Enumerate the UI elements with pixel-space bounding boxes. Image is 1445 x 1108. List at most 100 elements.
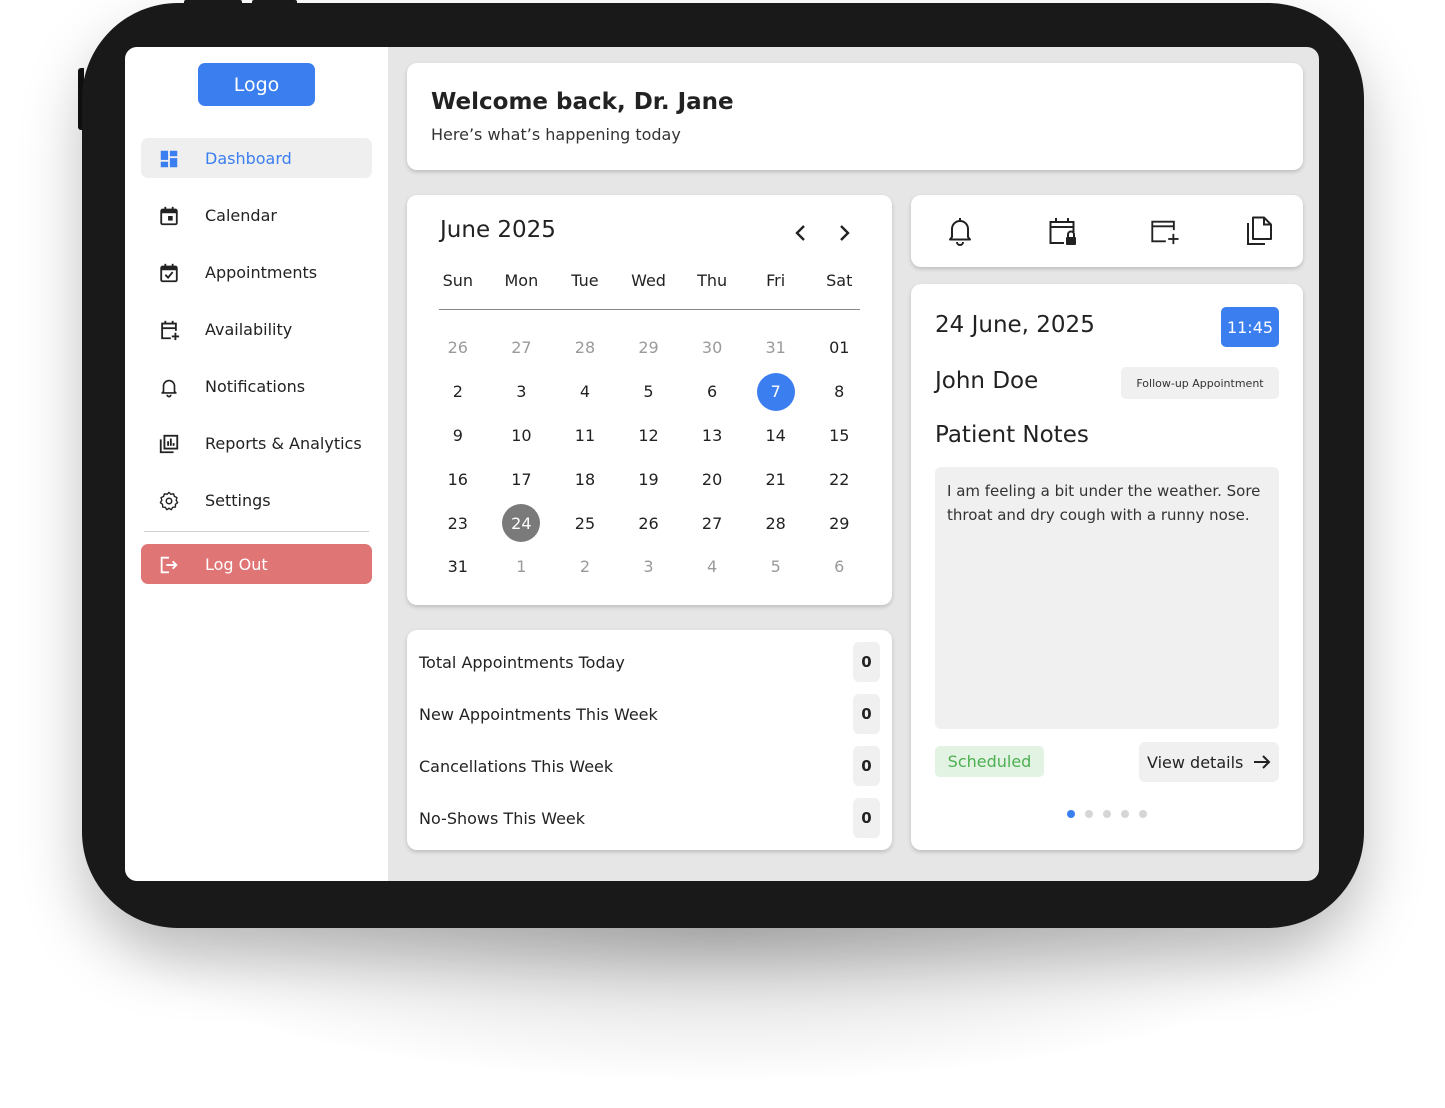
calendar-day[interactable]: 22: [807, 457, 871, 501]
calendar-day[interactable]: 27: [680, 501, 744, 545]
pagination-dot[interactable]: [1139, 810, 1147, 818]
calendar-day[interactable]: 17: [490, 457, 554, 501]
sidebar-item-availability[interactable]: Availability: [141, 309, 372, 349]
pagination-dot[interactable]: [1121, 810, 1129, 818]
weekday-label: Tue: [571, 271, 599, 290]
calendar-day[interactable]: 13: [680, 414, 744, 458]
weekday-label: Mon: [504, 271, 539, 290]
calendar-day[interactable]: 1: [490, 545, 554, 589]
sidebar-item-reports-analytics[interactable]: Reports & Analytics: [141, 423, 372, 463]
calendar-day[interactable]: 20: [680, 457, 744, 501]
device-top-button: [252, 0, 297, 6]
view-details-button[interactable]: View details: [1139, 742, 1279, 782]
calendar-day[interactable]: 4: [680, 545, 744, 589]
calendar-day[interactable]: 23: [426, 501, 490, 545]
pagination-dot[interactable]: [1085, 810, 1093, 818]
documents-icon[interactable]: [1243, 215, 1273, 247]
calendar-weekday-header: Sun Mon Tue Wed Thu Fri Sat: [426, 271, 871, 290]
calendar-day[interactable]: 26: [426, 326, 490, 370]
sidebar-item-label: Reports & Analytics: [205, 433, 362, 453]
appointment-type-badge: Follow-up Appointment: [1121, 367, 1279, 399]
quick-actions-bar: [911, 195, 1303, 267]
stat-label: No-Shows This Week: [419, 808, 586, 828]
stat-row-noshows-week: No-Shows This Week 0: [419, 798, 880, 838]
stat-row-new-week: New Appointments This Week 0: [419, 694, 880, 734]
calendar-day[interactable]: 19: [617, 457, 681, 501]
calendar-day[interactable]: 28: [744, 501, 808, 545]
stat-label: Total Appointments Today: [419, 652, 625, 672]
calendar-day[interactable]: 21: [744, 457, 808, 501]
calendar-day[interactable]: 14: [744, 414, 808, 458]
calendar-day-today[interactable]: 24: [490, 501, 554, 545]
sidebar-item-label: Settings: [205, 490, 271, 510]
weekday-label: Sat: [826, 271, 853, 290]
calendar-week-row: 2 3 4 5 6 7 8: [426, 370, 871, 414]
calendar-day[interactable]: 6: [807, 545, 871, 589]
calendar-day[interactable]: 5: [617, 370, 681, 414]
logout-button[interactable]: Log Out: [141, 544, 372, 584]
calendar-day[interactable]: 3: [490, 370, 554, 414]
sidebar-item-calendar[interactable]: Calendar: [141, 195, 372, 235]
calendar-widget: June 2025 Sun Mon Tue Wed Thu Fri Sat 26…: [407, 195, 892, 605]
calendar-day[interactable]: 29: [617, 326, 681, 370]
calendar-day[interactable]: 5: [744, 545, 808, 589]
calendar-day[interactable]: 27: [490, 326, 554, 370]
calendar-day[interactable]: 30: [680, 326, 744, 370]
calendar-day[interactable]: 4: [553, 370, 617, 414]
sidebar-item-dashboard[interactable]: Dashboard: [141, 138, 372, 178]
calendar-day[interactable]: 18: [553, 457, 617, 501]
calendar-week-row: 9 10 11 12 13 14 15: [426, 414, 871, 458]
stat-row-total-today: Total Appointments Today 0: [419, 642, 880, 682]
page-subtitle: Here’s what’s happening today: [431, 125, 681, 144]
sidebar-divider: [144, 531, 369, 532]
weekday-label: Sun: [442, 271, 473, 290]
calendar-day[interactable]: 31: [426, 545, 490, 589]
calendar-day[interactable]: 2: [426, 370, 490, 414]
calendar-week-row: 16 17 18 19 20 21 22: [426, 457, 871, 501]
sidebar-item-settings[interactable]: Settings: [141, 480, 372, 520]
appointments-icon: [160, 263, 178, 283]
pagination-dot-active[interactable]: [1067, 810, 1075, 818]
calendar-day[interactable]: 10: [490, 414, 554, 458]
sidebar-item-appointments[interactable]: Appointments: [141, 252, 372, 292]
calendar-day[interactable]: 15: [807, 414, 871, 458]
calendar-day[interactable]: 26: [617, 501, 681, 545]
stat-value: 0: [853, 746, 880, 786]
availability-icon: [161, 320, 180, 341]
sidebar-item-label: Notifications: [205, 376, 306, 396]
pagination-dot[interactable]: [1103, 810, 1111, 818]
calendar-day[interactable]: 01: [807, 326, 871, 370]
sidebar-item-notifications[interactable]: Notifications: [141, 366, 372, 406]
weekday-label: Thu: [697, 271, 728, 290]
calendar-day[interactable]: 9: [426, 414, 490, 458]
calendar-day-selected[interactable]: 7: [744, 370, 808, 414]
calendar-day[interactable]: 16: [426, 457, 490, 501]
calendar-day[interactable]: 25: [553, 501, 617, 545]
calendar-day[interactable]: 31: [744, 326, 808, 370]
appointment-time-badge: 11:45: [1221, 307, 1279, 347]
logout-label: Log Out: [205, 554, 268, 574]
calendar-day[interactable]: 2: [553, 545, 617, 589]
status-badge: Scheduled: [935, 746, 1044, 777]
bell-icon[interactable]: [945, 215, 975, 247]
calendar-day[interactable]: 12: [617, 414, 681, 458]
calendar-day[interactable]: 8: [807, 370, 871, 414]
add-to-calendar-icon[interactable]: [1149, 215, 1179, 247]
calendar-lock-icon[interactable]: [1047, 215, 1077, 247]
sidebar-item-label: Calendar: [205, 205, 277, 225]
stat-label: Cancellations This Week: [419, 756, 614, 776]
calendar-day[interactable]: 3: [617, 545, 681, 589]
calendar-icon: [160, 206, 178, 226]
calendar-day[interactable]: 28: [553, 326, 617, 370]
calendar-day[interactable]: 11: [553, 414, 617, 458]
stat-value: 0: [853, 642, 880, 682]
chevron-left-icon[interactable]: [789, 221, 813, 245]
device-top-button: [184, 0, 242, 6]
logo-button[interactable]: Logo: [198, 63, 315, 106]
calendar-grid: 26 27 28 29 30 31 01 2 3 4 5 6 7 8 9 10 …: [426, 326, 871, 589]
weekday-label: Fri: [766, 271, 786, 290]
calendar-day[interactable]: 29: [807, 501, 871, 545]
calendar-day[interactable]: 6: [680, 370, 744, 414]
chevron-right-icon[interactable]: [832, 221, 856, 245]
notes-heading: Patient Notes: [935, 422, 1089, 448]
